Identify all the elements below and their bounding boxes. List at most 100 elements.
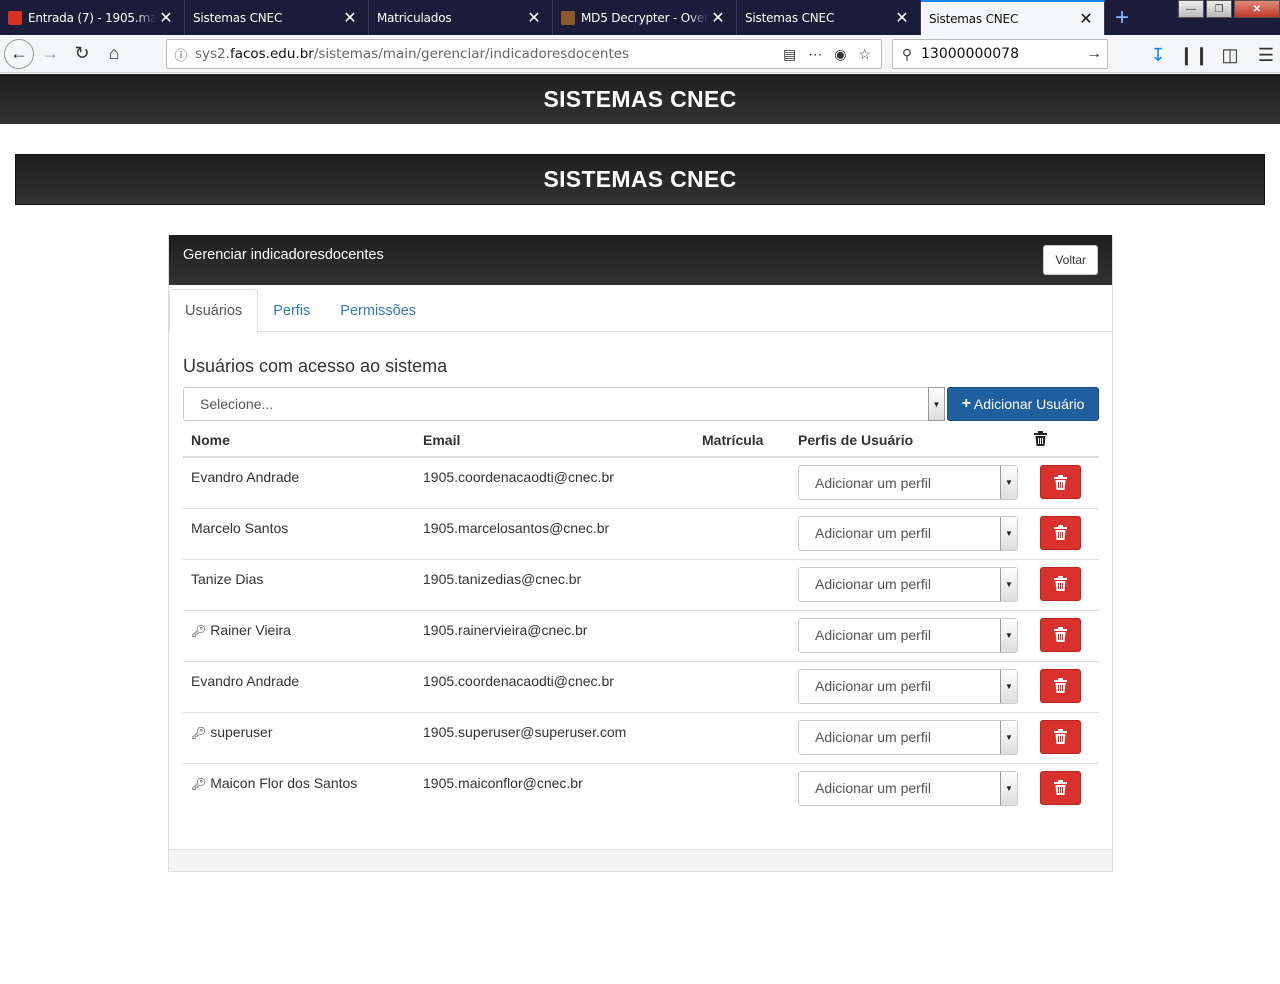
restore-button[interactable]: ❐ [1206,0,1232,18]
add-profile-select[interactable]: Adicionar um perfil ▼ [798,465,1018,500]
reload-icon[interactable]: ↻ [66,38,98,70]
chevron-down-icon[interactable]: ▼ [928,387,945,421]
delete-user-button[interactable] [1040,719,1081,754]
users-table: Nome Email Matrícula Perfis de Usuário E… [183,423,1099,814]
browser-tab[interactable]: Sistemas CNEC ✕ [737,0,921,35]
user-matricula [694,762,790,814]
page-actions-icon[interactable]: ⋯ [808,46,822,63]
add-profile-select[interactable]: Adicionar um perfil ▼ [798,515,1018,551]
chevron-down-icon[interactable]: ▼ [1000,516,1017,550]
key-icon: 🔑︎ [191,623,207,638]
trash-icon [1054,678,1067,693]
user-email: 1905.marcelosantos@cnec.br [415,507,694,559]
trash-icon [1054,525,1067,540]
chevron-down-icon[interactable]: ▼ [1000,567,1017,601]
add-profile-select[interactable]: Adicionar um perfil ▼ [798,770,1018,806]
reader-view-icon[interactable]: ▤ [783,46,796,63]
add-profile-select[interactable]: Adicionar um perfil ▼ [798,617,1018,653]
delete-user-button[interactable] [1040,465,1081,499]
close-tab-icon[interactable]: ✕ [156,8,176,28]
delete-user-button[interactable] [1040,566,1081,601]
browser-toolbar: ← → ↻ ⌂ ⓘ sys2.facos.edu.br/sistemas/mai… [0,35,1280,73]
browser-tab[interactable]: Sistemas CNEC ✕ [921,0,1105,35]
search-bar[interactable]: ⚲ → [892,39,1108,69]
profile-cell: Adicionar um perfil ▼ [790,507,1026,559]
close-tab-icon[interactable]: ✕ [892,8,912,28]
chevron-down-icon[interactable]: ▼ [1000,466,1017,499]
user-email: 1905.coordenacaodti@cnec.br [415,660,694,712]
tab-usuarios[interactable]: Usuários [169,289,259,333]
url-prefix: sys2. [195,46,230,62]
site-info-icon[interactable]: ⓘ [167,45,195,64]
browser-tab-title: Sistemas CNEC [745,10,835,25]
key-icon: 🔑︎ [191,776,207,791]
trash-icon [1054,474,1067,490]
close-tab-icon[interactable]: ✕ [708,8,728,28]
header-name[interactable]: Nome [183,423,415,458]
search-input[interactable] [921,46,1081,62]
home-icon[interactable]: ⌂ [98,38,130,70]
delete-user-button[interactable] [1040,617,1081,652]
key-icon: 🔑︎ [191,725,207,740]
header-matricula[interactable]: Matrícula [694,423,790,458]
favicon-icon [561,10,575,25]
chevron-down-icon[interactable]: ▼ [1000,618,1017,652]
header-perfis[interactable]: Perfis de Usuário [790,423,1026,458]
chevron-down-icon[interactable]: ▼ [1000,720,1017,754]
close-tab-icon[interactable]: ✕ [1076,9,1096,29]
add-user-button[interactable]: + Adicionar Usuário [947,387,1099,421]
favicon-icon [8,10,22,25]
user-name: superuser [210,723,273,740]
close-tab-icon[interactable]: ✕ [340,8,360,28]
download-icon[interactable]: ↧ [1142,39,1174,71]
chevron-down-icon[interactable]: ▼ [1000,771,1017,805]
user-email: 1905.coordenacaodti@cnec.br [415,456,694,508]
user-name-cell: Tanize Dias [183,558,415,610]
add-profile-label: Adicionar um perfil [815,729,931,745]
profile-cell: Adicionar um perfil ▼ [790,609,1026,661]
chevron-down-icon[interactable]: ▼ [1000,669,1017,703]
close-tab-icon[interactable]: ✕ [524,8,544,28]
add-profile-select[interactable]: Adicionar um perfil ▼ [798,668,1018,704]
tab-perfis[interactable]: Perfis [258,289,325,332]
search-go-icon[interactable]: → [1081,45,1107,63]
menu-icon[interactable]: ☰ [1250,39,1280,71]
panel-title: Gerenciar indicadoresdocentes [183,247,384,263]
delete-user-button[interactable] [1040,770,1081,805]
panel-footer [169,849,1112,871]
user-matricula [694,711,790,763]
address-bar[interactable]: ⓘ sys2.facos.edu.br/sistemas/main/gerenc… [166,39,882,69]
user-matricula [694,507,790,559]
delete-cell [1026,711,1099,763]
header-delete [1026,423,1099,458]
panel-tabs: Usuários Perfis Permissões [169,289,1112,333]
sidebar-icon[interactable]: ◫ [1214,39,1246,71]
add-profile-select[interactable]: Adicionar um perfil ▼ [798,719,1018,755]
browser-tab[interactable]: Sistemas CNEC ✕ [185,0,369,35]
browser-tab[interactable]: Matriculados ✕ [369,0,553,35]
back-icon[interactable]: ← [4,38,34,69]
url-text[interactable]: sys2.facos.edu.br/sistemas/main/gerencia… [195,46,783,62]
trash-icon[interactable] [1034,430,1047,446]
browser-tab-title: Sistemas CNEC [193,10,283,25]
user-select[interactable]: Selecione... ▼ [183,387,945,421]
bookmark-star-icon[interactable]: ☆ [858,46,871,63]
header-email[interactable]: Email [415,423,694,458]
browser-tab[interactable]: MD5 Decrypter - Over 8 ✕ [553,0,737,35]
add-profile-label: Adicionar um perfil [815,525,931,541]
delete-cell [1026,507,1099,559]
add-profile-select[interactable]: Adicionar um perfil ▼ [798,566,1018,602]
delete-user-button[interactable] [1040,668,1081,703]
back-button[interactable]: Voltar [1043,245,1098,275]
library-icon[interactable]: ❙❙ [1178,39,1210,71]
table-row: Evandro Andrade 1905.coordenacaodti@cnec.… [183,660,1099,712]
minimize-button[interactable]: — [1178,0,1204,18]
close-window-button[interactable]: ✕ [1234,0,1280,18]
new-tab-button[interactable]: + [1105,0,1139,35]
tab-permissoes[interactable]: Permissões [325,289,431,332]
forward-icon[interactable]: → [34,38,66,70]
trash-icon [1054,729,1067,744]
browser-tab[interactable]: Entrada (7) - 1905.maiconflor✕ [0,0,185,35]
pocket-icon[interactable]: ◉ [834,46,846,63]
delete-user-button[interactable] [1040,515,1081,550]
